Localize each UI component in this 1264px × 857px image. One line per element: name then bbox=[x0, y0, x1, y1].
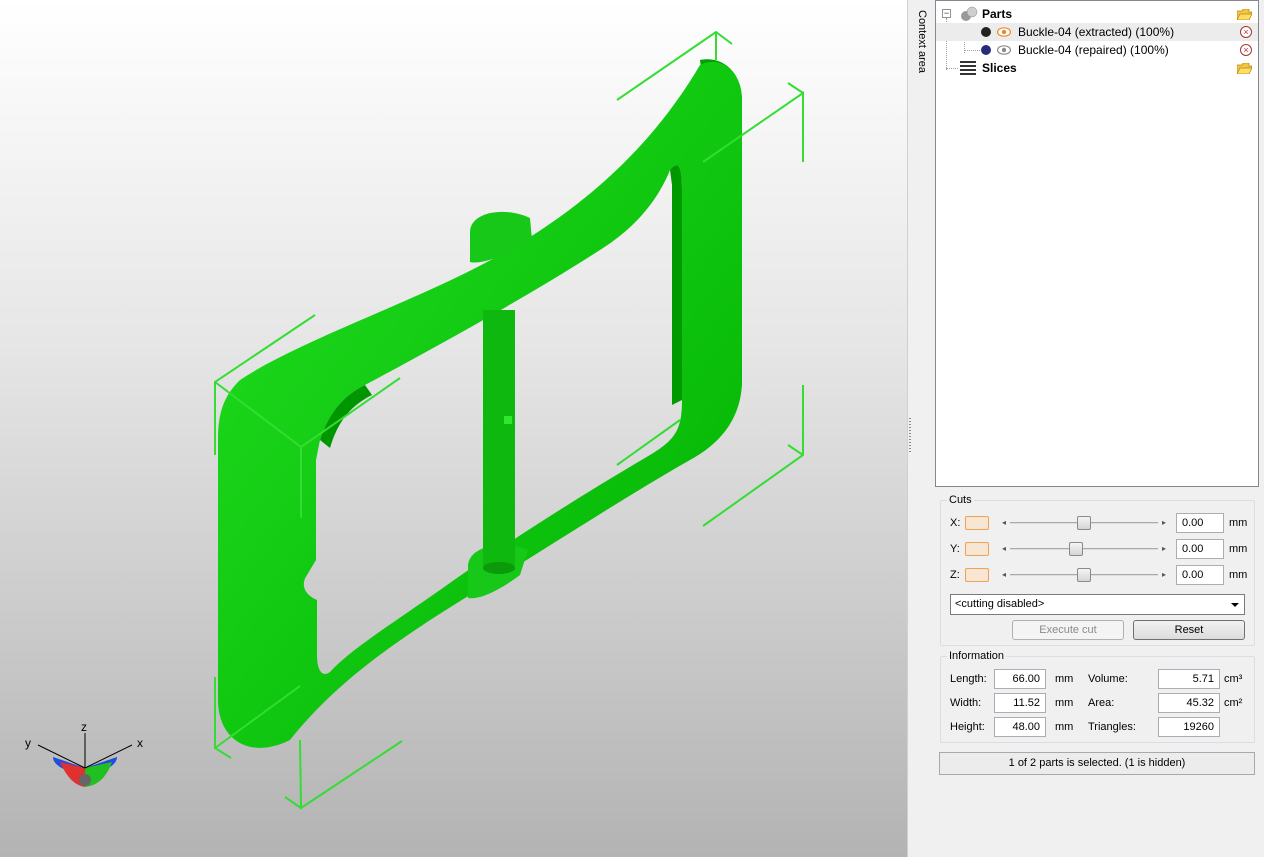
tree-node-parts[interactable]: − Parts bbox=[936, 5, 1258, 23]
area-unit: cm² bbox=[1224, 697, 1243, 709]
visibility-eye-icon[interactable] bbox=[997, 45, 1011, 55]
remove-part-icon[interactable]: × bbox=[1240, 26, 1252, 38]
cut-z-label: Z: bbox=[950, 569, 960, 581]
3d-viewport[interactable]: z y x bbox=[0, 0, 907, 857]
cuts-title: Cuts bbox=[947, 494, 974, 506]
parts-label: Parts bbox=[982, 7, 1013, 21]
context-area-tab[interactable]: Context area bbox=[914, 10, 930, 90]
context-area-label: Context area bbox=[916, 10, 928, 73]
information-title: Information bbox=[947, 650, 1007, 662]
volume-value: 5.71 bbox=[1158, 669, 1220, 689]
center-pin bbox=[483, 310, 515, 570]
visibility-eye-icon[interactable] bbox=[997, 27, 1011, 37]
collapse-toggle[interactable]: − bbox=[942, 9, 951, 18]
cut-y-slider[interactable]: ◂ ▸ bbox=[1000, 542, 1168, 556]
triangles-value: 19260 bbox=[1158, 717, 1220, 737]
axis-z-label: z bbox=[81, 720, 87, 734]
width-unit: mm bbox=[1055, 697, 1074, 709]
slices-stack-icon bbox=[960, 61, 976, 75]
selection-status: 1 of 2 parts is selected. (1 is hidden) bbox=[939, 752, 1255, 775]
length-value: 66.00 bbox=[994, 669, 1046, 689]
axis-gizmo: z y x bbox=[25, 720, 143, 787]
open-folder-icon[interactable] bbox=[1237, 63, 1252, 74]
height-unit: mm bbox=[1055, 721, 1074, 733]
cut-x-unit: mm bbox=[1229, 517, 1248, 529]
volume-unit: cm³ bbox=[1224, 673, 1243, 685]
cut-z-slider-thumb[interactable] bbox=[1077, 568, 1091, 582]
cut-y-unit: mm bbox=[1229, 543, 1248, 555]
cut-x-slider-thumb[interactable] bbox=[1077, 516, 1091, 530]
part-color-dot bbox=[981, 45, 991, 55]
reset-button[interactable]: Reset bbox=[1133, 620, 1245, 640]
width-label: Width: bbox=[950, 697, 982, 709]
cut-x-label: X: bbox=[950, 517, 961, 529]
model-render[interactable]: z y x bbox=[0, 0, 907, 857]
area-label: Area: bbox=[1088, 697, 1115, 709]
length-label: Length: bbox=[950, 673, 987, 685]
part-label: Buckle-04 (repaired) (100%) bbox=[1018, 43, 1169, 57]
pin-end bbox=[483, 562, 515, 574]
cut-y-color[interactable] bbox=[965, 542, 989, 556]
height-value: 48.00 bbox=[994, 717, 1046, 737]
length-unit: mm bbox=[1055, 673, 1074, 685]
tree-node-slices[interactable]: Slices bbox=[936, 59, 1258, 77]
part-label: Buckle-04 (extracted) (100%) bbox=[1018, 25, 1175, 39]
cut-y-label: Y: bbox=[950, 543, 960, 555]
area-value: 45.32 bbox=[1158, 693, 1220, 713]
cut-y-slider-thumb[interactable] bbox=[1069, 542, 1083, 556]
cut-mode-value: <cutting disabled> bbox=[955, 598, 1045, 610]
chevron-down-icon bbox=[1231, 603, 1239, 607]
panel-splitter[interactable] bbox=[907, 0, 935, 857]
splitter-grip[interactable] bbox=[909, 418, 911, 452]
part-color-dot bbox=[981, 27, 991, 37]
cut-x-slider[interactable]: ◂ ▸ bbox=[1000, 516, 1168, 530]
cut-z-unit: mm bbox=[1229, 569, 1248, 581]
tree-item-part-extracted[interactable]: Buckle-04 (extracted) (100%) × bbox=[936, 23, 1258, 41]
parts-spheres-icon bbox=[961, 6, 978, 21]
buckle-frame bbox=[218, 61, 742, 748]
slices-label: Slices bbox=[982, 61, 1017, 75]
height-label: Height: bbox=[950, 721, 985, 733]
inner-right-shade bbox=[670, 165, 682, 405]
axis-x-label: x bbox=[137, 736, 143, 750]
cut-mode-select[interactable]: <cutting disabled> bbox=[950, 594, 1245, 615]
cut-y-value[interactable]: 0.00 bbox=[1176, 539, 1224, 559]
cut-z-value[interactable]: 0.00 bbox=[1176, 565, 1224, 585]
cut-x-color[interactable] bbox=[965, 516, 989, 530]
volume-label: Volume: bbox=[1088, 673, 1128, 685]
tree-item-part-repaired[interactable]: Buckle-04 (repaired) (100%) × bbox=[936, 41, 1258, 59]
axis-y-label: y bbox=[25, 736, 31, 750]
open-folder-icon[interactable] bbox=[1237, 9, 1252, 20]
cut-x-value[interactable]: 0.00 bbox=[1176, 513, 1224, 533]
width-value: 11.52 bbox=[994, 693, 1046, 713]
remove-part-icon[interactable]: × bbox=[1240, 44, 1252, 56]
pivot-marker bbox=[504, 416, 512, 424]
execute-cut-button[interactable]: Execute cut bbox=[1012, 620, 1124, 640]
triangles-label: Triangles: bbox=[1088, 721, 1136, 733]
cut-z-color[interactable] bbox=[965, 568, 989, 582]
parts-tree[interactable]: − Parts Buckle-04 (extracted) (100%) × B… bbox=[935, 0, 1259, 487]
cut-z-slider[interactable]: ◂ ▸ bbox=[1000, 568, 1168, 582]
